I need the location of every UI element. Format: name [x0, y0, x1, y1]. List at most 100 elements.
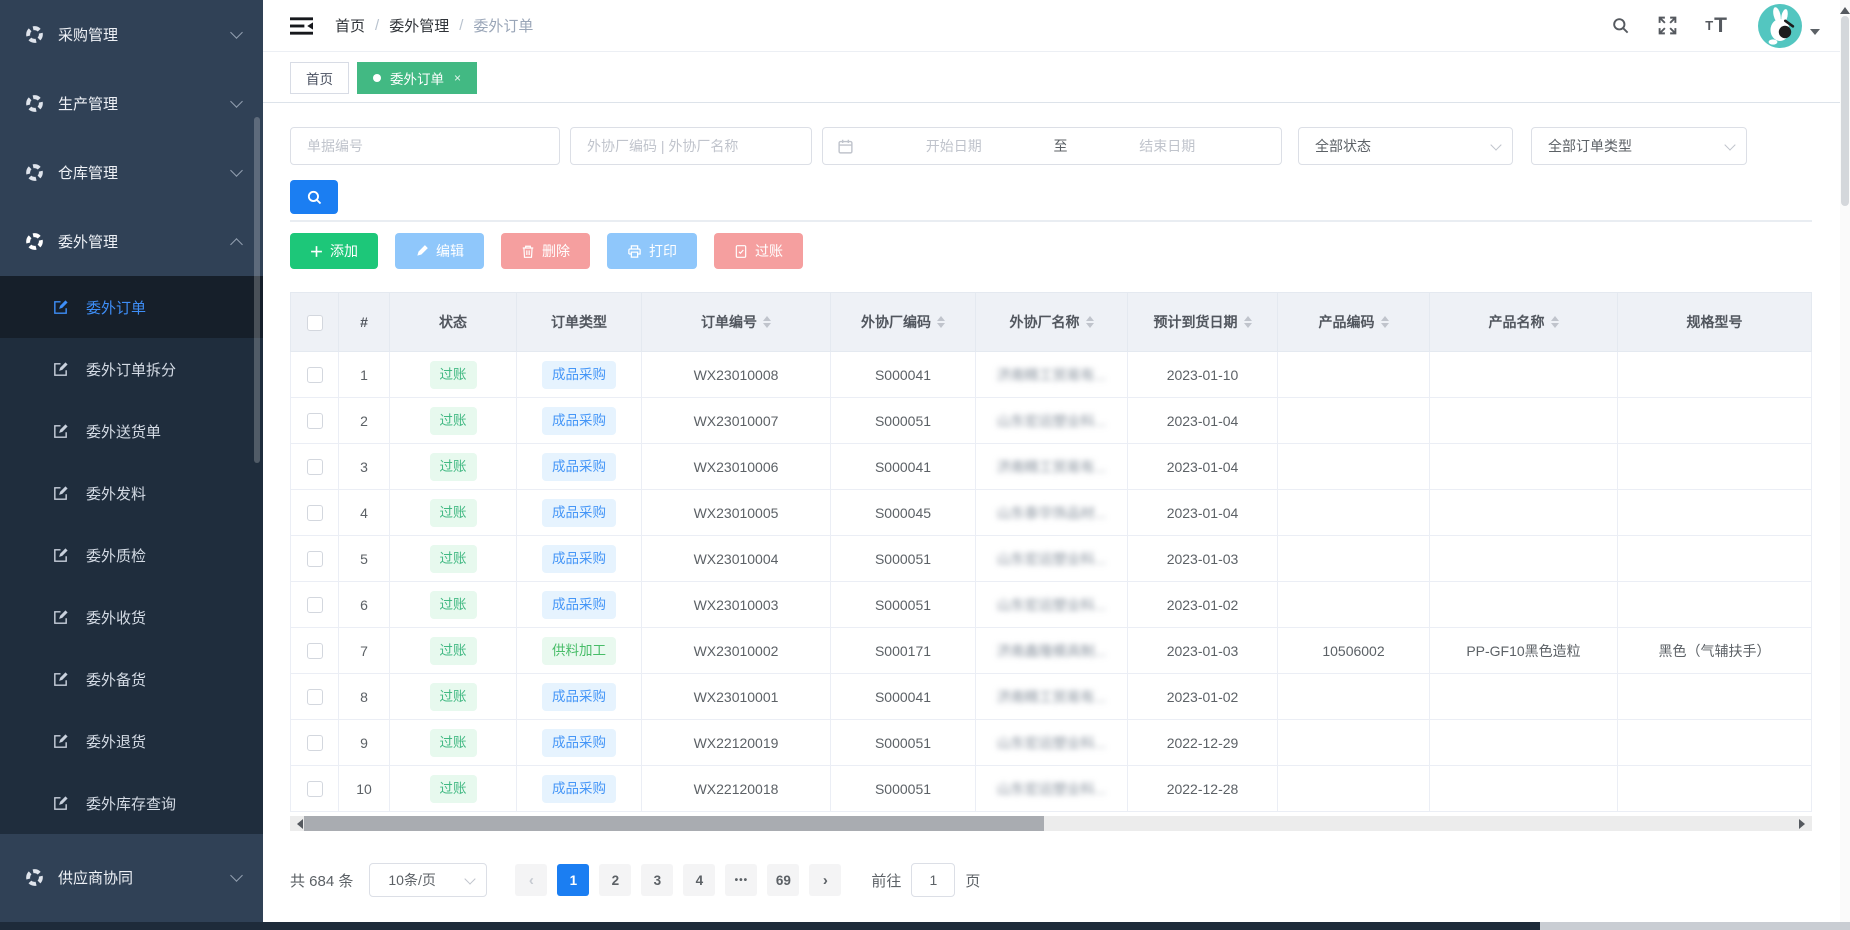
tab-close-icon[interactable]: × [454, 71, 461, 85]
sort-icon[interactable] [1086, 312, 1094, 332]
table-row[interactable]: 2 过账 成品采购 WX23010007 S000051 山东宏远塑业科... … [291, 398, 1812, 444]
row-checkbox[interactable] [307, 459, 323, 475]
sidebar-item-outsourcing-receiving[interactable]: 委外收货 [0, 586, 263, 648]
row-checkbox[interactable] [307, 689, 323, 705]
sidebar-item-production[interactable]: 生产管理 [0, 69, 263, 138]
scrollbar-thumb[interactable] [1841, 16, 1849, 206]
page-horizontal-scrollbar[interactable] [0, 922, 1850, 930]
sidebar-item-outsourcing[interactable]: 委外管理 [0, 207, 263, 276]
button-label: 过账 [755, 241, 783, 261]
row-checkbox[interactable] [307, 735, 323, 751]
next-page-button[interactable]: › [809, 864, 841, 896]
sidebar-item-outsourcing-order[interactable]: 委外订单 [0, 276, 263, 338]
post-button[interactable]: 过账 [714, 233, 803, 269]
pagination: 共 684 条 10条/页 ‹ 1 2 3 4 ••• 69 › 前往 页 [290, 863, 1812, 897]
table-row[interactable]: 7 过账 供料加工 WX23010002 S000171 济南鑫隆模具制... … [291, 628, 1812, 674]
tab-home[interactable]: 首页 [290, 62, 349, 94]
sidebar-item-purchase[interactable]: 采购管理 [0, 0, 263, 69]
vendor-name-masked: 山东泰华饰品材... [997, 505, 1107, 521]
table-horizontal-scrollbar[interactable] [290, 816, 1812, 831]
col-vendor-name[interactable]: 外协厂名称 [976, 293, 1128, 352]
order-type-badge: 成品采购 [542, 499, 616, 527]
sort-icon[interactable] [1551, 312, 1559, 332]
sidebar-scrollbar-thumb[interactable] [254, 117, 260, 463]
row-checkbox[interactable] [307, 643, 323, 659]
doc-no-input[interactable]: 单据编号 [290, 127, 560, 165]
user-menu-caret-icon[interactable] [1810, 29, 1820, 40]
sidebar-item-label: 委外库存查询 [86, 793, 176, 814]
sidebar-item-outsourcing-delivery[interactable]: 委外送货单 [0, 400, 263, 462]
sidebar-item-supplier-collaboration[interactable]: 供应商协同 [0, 843, 263, 912]
order-type-badge: 成品采购 [542, 729, 616, 757]
row-checkbox[interactable] [307, 597, 323, 613]
row-checkbox[interactable] [307, 367, 323, 383]
sidebar-collapse-icon[interactable] [290, 16, 313, 36]
sort-icon[interactable] [1244, 312, 1252, 332]
sidebar-item-outsourcing-stocking[interactable]: 委外备货 [0, 648, 263, 710]
sidebar-item-outsourcing-material-issue[interactable]: 委外发料 [0, 462, 263, 524]
table-row[interactable]: 4 过账 成品采购 WX23010005 S000045 山东泰华饰品材... … [291, 490, 1812, 536]
sidebar-item-outsourcing-return[interactable]: 委外退货 [0, 710, 263, 772]
scroll-left-icon[interactable] [292, 819, 303, 829]
row-checkbox[interactable] [307, 413, 323, 429]
start-date-placeholder[interactable]: 开始日期 [854, 136, 1054, 156]
search-button[interactable] [290, 180, 338, 214]
col-expected-date[interactable]: 预计到货日期 [1128, 293, 1278, 352]
page-button-2[interactable]: 2 [599, 864, 631, 896]
col-product-name[interactable]: 产品名称 [1430, 293, 1618, 352]
row-checkbox[interactable] [307, 781, 323, 797]
goto-page-input[interactable] [911, 863, 955, 897]
row-checkbox[interactable] [307, 505, 323, 521]
scroll-right-icon[interactable] [1799, 819, 1810, 829]
table-row[interactable]: 5 过账 成品采购 WX23010004 S000051 山东宏远塑业科... … [291, 536, 1812, 582]
select-all-checkbox[interactable] [307, 315, 323, 331]
scrollbar-thumb[interactable] [304, 816, 1044, 831]
breadcrumb-home[interactable]: 首页 [335, 15, 365, 36]
page-button-3[interactable]: 3 [641, 864, 673, 896]
module-icon [26, 164, 43, 181]
page-vertical-scrollbar[interactable] [1840, 0, 1850, 922]
sort-icon[interactable] [1381, 312, 1389, 332]
page-size-select[interactable]: 10条/页 [369, 863, 487, 897]
sidebar-item-warehouse[interactable]: 仓库管理 [0, 138, 263, 207]
scrollbar-thumb[interactable] [0, 922, 1540, 930]
table-row[interactable]: 10 过账 成品采购 WX22120018 S000051 山东宏远塑业科...… [291, 766, 1812, 812]
date-range-picker[interactable]: 开始日期 至 结束日期 [822, 127, 1282, 165]
sort-icon[interactable] [937, 312, 945, 332]
table-row[interactable]: 6 过账 成品采购 WX23010003 S000051 山东宏远塑业科... … [291, 582, 1812, 628]
avatar[interactable] [1758, 4, 1802, 48]
edit-button[interactable]: 编辑 [395, 233, 484, 269]
sidebar-item-outsourcing-qc[interactable]: 委外质检 [0, 524, 263, 586]
order-type-select[interactable]: 全部订单类型 [1531, 127, 1747, 165]
page-button-last[interactable]: 69 [767, 864, 799, 896]
breadcrumb-module[interactable]: 委外管理 [389, 15, 449, 36]
table-row[interactable]: 9 过账 成品采购 WX22120019 S000051 山东宏远塑业科... … [291, 720, 1812, 766]
delete-button[interactable]: 删除 [501, 233, 590, 269]
status-select[interactable]: 全部状态 [1298, 127, 1513, 165]
table-row[interactable]: 1 过账 成品采购 WX23010008 S000041 济南精工贸易有... … [291, 352, 1812, 398]
more-pages-icon[interactable]: ••• [725, 864, 757, 896]
row-checkbox[interactable] [307, 551, 323, 567]
page-button-4[interactable]: 4 [683, 864, 715, 896]
col-order-no[interactable]: 订单编号 [642, 293, 831, 352]
add-button[interactable]: 添加 [290, 233, 378, 269]
col-vendor-code[interactable]: 外协厂编码 [831, 293, 976, 352]
sort-icon[interactable] [763, 312, 771, 332]
sidebar-item-outsourcing-order-split[interactable]: 委外订单拆分 [0, 338, 263, 400]
page-button-1[interactable]: 1 [557, 864, 589, 896]
table-row[interactable]: 3 过账 成品采购 WX23010006 S000041 济南精工贸易有... … [291, 444, 1812, 490]
search-icon[interactable] [1611, 16, 1630, 35]
scroll-up-icon[interactable] [1840, 2, 1850, 14]
font-size-icon[interactable]: TT [1705, 14, 1728, 38]
fullscreen-icon[interactable] [1657, 15, 1678, 36]
breadcrumb: 首页 / 委外管理 / 委外订单 [335, 15, 533, 36]
edit-icon [52, 423, 69, 440]
print-button[interactable]: 打印 [607, 233, 697, 269]
col-product-code[interactable]: 产品编码 [1278, 293, 1430, 352]
end-date-placeholder[interactable]: 结束日期 [1068, 136, 1268, 156]
sidebar-item-outsourcing-inventory[interactable]: 委外库存查询 [0, 772, 263, 834]
vendor-search-input[interactable]: 外协厂编码 | 外协厂名称 [570, 127, 812, 165]
tab-outsourcing-order[interactable]: 委外订单 × [357, 62, 477, 94]
table-row[interactable]: 8 过账 成品采购 WX23010001 S000041 济南精工贸易有... … [291, 674, 1812, 720]
prev-page-button[interactable]: ‹ [515, 864, 547, 896]
